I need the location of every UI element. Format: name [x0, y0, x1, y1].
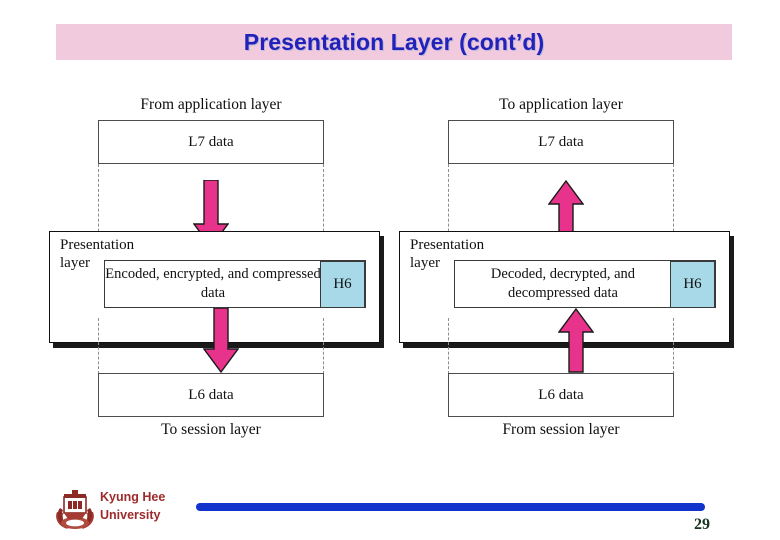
kyung-hee-crest-icon	[52, 486, 98, 532]
caption-to-application-layer: To application layer	[499, 96, 623, 113]
inner-data-box-right: Decoded, decrypted, and decompressed dat…	[454, 260, 716, 308]
diagram-left-encoding: From application layer L7 data Presentat…	[38, 88, 384, 448]
university-name-line2: University	[100, 508, 161, 522]
label-encoded-data: Encoded, encrypted, and compressed data	[105, 266, 321, 301]
box-l6-data-right: L6 data	[448, 373, 674, 417]
title-banner: Presentation Layer (cont’d)	[56, 24, 732, 60]
university-name: Kyung Hee University	[100, 488, 165, 524]
header-h6-left: H6	[320, 260, 365, 308]
label-l6-data: L6 data	[188, 386, 234, 403]
caption-from-application-layer: From application layer	[140, 96, 282, 113]
arrow-up-lower-right	[558, 308, 594, 373]
caption-from-session-layer: From session layer	[502, 421, 620, 438]
label-decoded-data: Decoded, decrypted, and decompressed dat…	[490, 266, 636, 301]
dashed-connector-right-lower	[323, 318, 324, 374]
inner-data-box-left: Encoded, encrypted, and compressed data …	[104, 260, 366, 308]
box-l7-data-right: L7 data	[448, 120, 674, 164]
label-l7-data: L7 data	[188, 133, 234, 150]
slide-canvas: Presentation Layer (cont’d) From applica…	[0, 0, 780, 540]
diagram-right-decoding: To application layer L7 data Presentatio…	[388, 88, 734, 448]
caption-to-session-layer: To session layer	[161, 421, 261, 438]
footer-divider-rule	[196, 503, 705, 511]
label-l6-data: L6 data	[538, 386, 584, 403]
box-l7-data-left: L7 data	[98, 120, 324, 164]
page-number: 29	[694, 516, 710, 533]
header-h6-right: H6	[670, 260, 715, 308]
dashed-connector-left-lower	[98, 318, 99, 374]
page-title: Presentation Layer (cont’d)	[243, 28, 545, 55]
label-l7-data: L7 data	[538, 133, 584, 150]
dashed-connector-right-lower	[673, 318, 674, 374]
arrow-down-lower-left	[203, 308, 239, 373]
dashed-connector-left-lower	[448, 318, 449, 374]
box-l6-data-left: L6 data	[98, 373, 324, 417]
university-name-line1: Kyung Hee	[100, 490, 166, 504]
